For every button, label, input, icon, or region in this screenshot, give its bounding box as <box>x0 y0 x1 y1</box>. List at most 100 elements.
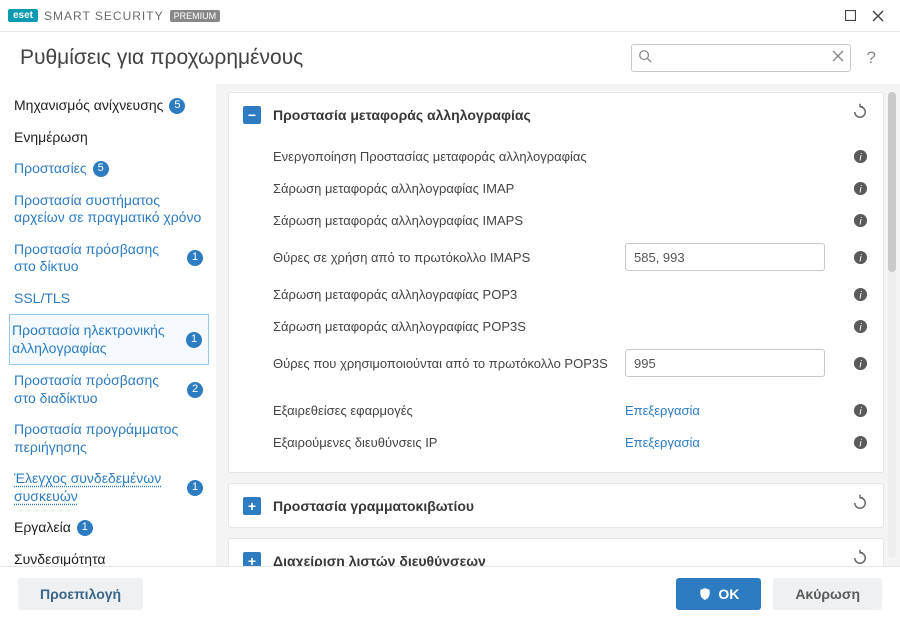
sidebar-item-detection-engine[interactable]: Μηχανισμός ανίχνευσης5 <box>9 90 209 122</box>
info-button[interactable]: i <box>851 248 869 266</box>
row-scan-imap: Σάρωση μεταφοράς αλληλογραφίας IMAP i <box>273 172 869 204</box>
sidebar-badge: 1 <box>186 332 202 348</box>
row-label: Σάρωση μεταφοράς αλληλογραφίας POP3S <box>273 319 613 334</box>
undo-icon <box>851 549 869 566</box>
brand: eset SMART SECURITY PREMIUM <box>8 9 220 23</box>
expand-icon[interactable]: + <box>243 552 261 567</box>
search-input[interactable] <box>631 44 851 72</box>
row-label: Θύρες που χρησιμοποιούνται από το πρωτόκ… <box>273 356 613 371</box>
sidebar-item-update[interactable]: Ενημέρωση <box>9 122 209 154</box>
sidebar-item-label: Προστασία πρόσβασης στο δίκτυο <box>14 241 181 276</box>
revert-button[interactable] <box>851 549 869 566</box>
row-imaps-ports: Θύρες σε χρήση από το πρωτόκολλο IMAPS i <box>273 236 869 278</box>
row-enable-mail-transport: Ενεργοποίηση Προστασίας μεταφοράς αλληλο… <box>273 140 869 172</box>
sidebar-item-web-access[interactable]: Προστασία πρόσβασης στο διαδίκτυο2 <box>9 365 209 414</box>
sidebar-item-label: Εργαλεία <box>14 519 71 537</box>
revert-button[interactable] <box>851 103 869 126</box>
maximize-icon <box>845 10 856 21</box>
row-excluded-apps: Εξαιρεθείσες εφαρμογές Επεξεργασία i <box>273 394 869 426</box>
clear-icon <box>832 50 844 62</box>
pop3s-ports-input[interactable] <box>625 349 825 377</box>
sidebar-item-connectivity[interactable]: Συνδεσιμότητα <box>9 544 209 567</box>
imaps-ports-input[interactable] <box>625 243 825 271</box>
panel-header[interactable]: + Διαχείριση λιστών διευθύνσεων <box>229 539 883 566</box>
search-clear-button[interactable] <box>832 49 844 65</box>
panel-address-list-management: + Διαχείριση λιστών διευθύνσεων <box>228 538 884 566</box>
shield-icon <box>698 587 712 601</box>
info-button[interactable]: i <box>851 401 869 419</box>
ok-label: OK <box>718 586 739 602</box>
row-label: Θύρες σε χρήση από το πρωτόκολλο IMAPS <box>273 250 613 265</box>
sidebar-item-label: SSL/TLS <box>14 290 70 308</box>
row-label: Εξαιρούμενες διευθύνσεις IP <box>273 435 613 450</box>
revert-button[interactable] <box>851 494 869 517</box>
sidebar-item-label: Προστασίες <box>14 160 87 178</box>
info-button[interactable]: i <box>851 285 869 303</box>
titlebar: eset SMART SECURITY PREMIUM <box>0 0 900 32</box>
row-label: Εξαιρεθείσες εφαρμογές <box>273 403 613 418</box>
sidebar-item-label: Έλεγχος συνδεδεμένων συσκευών <box>14 470 181 505</box>
sidebar-item-ssl-tls[interactable]: SSL/TLS <box>9 283 209 315</box>
panel-title: Προστασία μεταφοράς αλληλογραφίας <box>273 107 531 123</box>
panel-mail-transport-protection: − Προστασία μεταφοράς αλληλογραφίας Ενερ… <box>228 92 884 473</box>
sidebar-item-label: Μηχανισμός ανίχνευσης <box>14 97 163 115</box>
eset-logo: eset <box>8 9 38 22</box>
collapse-icon[interactable]: − <box>243 106 261 124</box>
search-icon <box>638 49 652 66</box>
sidebar-item-label: Προστασία συστήματος αρχείων σε πραγματι… <box>14 192 203 227</box>
sidebar-item-device-control[interactable]: Έλεγχος συνδεδεμένων συσκευών 1 <box>9 463 209 512</box>
search-box <box>631 44 851 72</box>
sidebar-item-email-protection[interactable]: Προστασία ηλεκτρονικής αλληλογραφίας 1 <box>9 314 209 365</box>
sidebar-item-realtime-fs[interactable]: Προστασία συστήματος αρχείων σε πραγματι… <box>9 185 209 234</box>
row-label: Ενεργοποίηση Προστασίας μεταφοράς αλληλο… <box>273 149 613 164</box>
panel-header[interactable]: − Προστασία μεταφοράς αλληλογραφίας <box>229 93 883 136</box>
panel-title: Προστασία γραμματοκιβωτίου <box>273 498 474 514</box>
footer: Προεπιλογή OK Ακύρωση <box>0 566 900 620</box>
panel-title: Διαχείριση λιστών διευθύνσεων <box>273 553 486 567</box>
product-name: SMART SECURITY <box>44 9 164 23</box>
edit-excluded-apps-link[interactable]: Επεξεργασία <box>625 403 700 418</box>
sidebar-item-protections[interactable]: Προστασίες 5 <box>9 153 209 185</box>
panel-mailbox-protection: + Προστασία γραμματοκιβωτίου <box>228 483 884 528</box>
row-pop3s-ports: Θύρες που χρησιμοποιούνται από το πρωτόκ… <box>273 342 869 384</box>
info-button[interactable]: i <box>851 354 869 372</box>
preset-button[interactable]: Προεπιλογή <box>18 578 143 610</box>
sidebar-badge: 2 <box>187 382 203 398</box>
sidebar-item-label: Προστασία προγράμματος περιήγησης <box>14 421 203 456</box>
sidebar-item-label: Συνδεσιμότητα <box>14 551 106 567</box>
sidebar-item-tools[interactable]: Εργαλεία 1 <box>9 512 209 544</box>
sidebar-item-label: Ενημέρωση <box>14 129 88 147</box>
ok-button[interactable]: OK <box>676 578 761 610</box>
row-label: Σάρωση μεταφοράς αλληλογραφίας IMAP <box>273 181 613 196</box>
row-scan-pop3: Σάρωση μεταφοράς αλληλογραφίας POP3 i <box>273 278 869 310</box>
page-title: Ρυθμίσεις για προχωρημένους <box>20 46 619 70</box>
sidebar-item-label: Προστασία ηλεκτρονικής αλληλογραφίας <box>12 322 180 357</box>
cancel-button[interactable]: Ακύρωση <box>773 578 882 610</box>
main-scrollbar[interactable] <box>888 92 896 558</box>
info-button[interactable]: i <box>851 211 869 229</box>
info-button[interactable]: i <box>851 433 869 451</box>
row-scan-imaps: Σάρωση μεταφοράς αλληλογραφίας IMAPS i <box>273 204 869 236</box>
undo-icon <box>851 103 869 121</box>
sidebar-badge: 1 <box>77 520 93 536</box>
window-maximize-button[interactable] <box>836 2 864 30</box>
undo-icon <box>851 494 869 512</box>
sidebar-badge: 1 <box>187 480 203 496</box>
sidebar-badge: 1 <box>187 250 203 266</box>
help-button[interactable]: ? <box>863 48 880 68</box>
info-button[interactable]: i <box>851 147 869 165</box>
sidebar-item-browser-protection[interactable]: Προστασία προγράμματος περιήγησης <box>9 414 209 463</box>
edit-excluded-ips-link[interactable]: Επεξεργασία <box>625 435 700 450</box>
sidebar-item-network-access[interactable]: Προστασία πρόσβασης στο δίκτυο 1 <box>9 234 209 283</box>
row-label: Σάρωση μεταφοράς αλληλογραφίας POP3 <box>273 287 613 302</box>
info-button[interactable]: i <box>851 179 869 197</box>
scrollbar-thumb[interactable] <box>888 92 896 272</box>
panel-header[interactable]: + Προστασία γραμματοκιβωτίου <box>229 484 883 527</box>
info-button[interactable]: i <box>851 317 869 335</box>
window-close-button[interactable] <box>864 2 892 30</box>
edition-badge: PREMIUM <box>170 10 221 22</box>
row-scan-pop3s: Σάρωση μεταφοράς αλληλογραφίας POP3S i <box>273 310 869 342</box>
expand-icon[interactable]: + <box>243 497 261 515</box>
row-excluded-ips: Εξαιρούμενες διευθύνσεις IP Επεξεργασία … <box>273 426 869 458</box>
sidebar-badge: 5 <box>93 161 109 177</box>
